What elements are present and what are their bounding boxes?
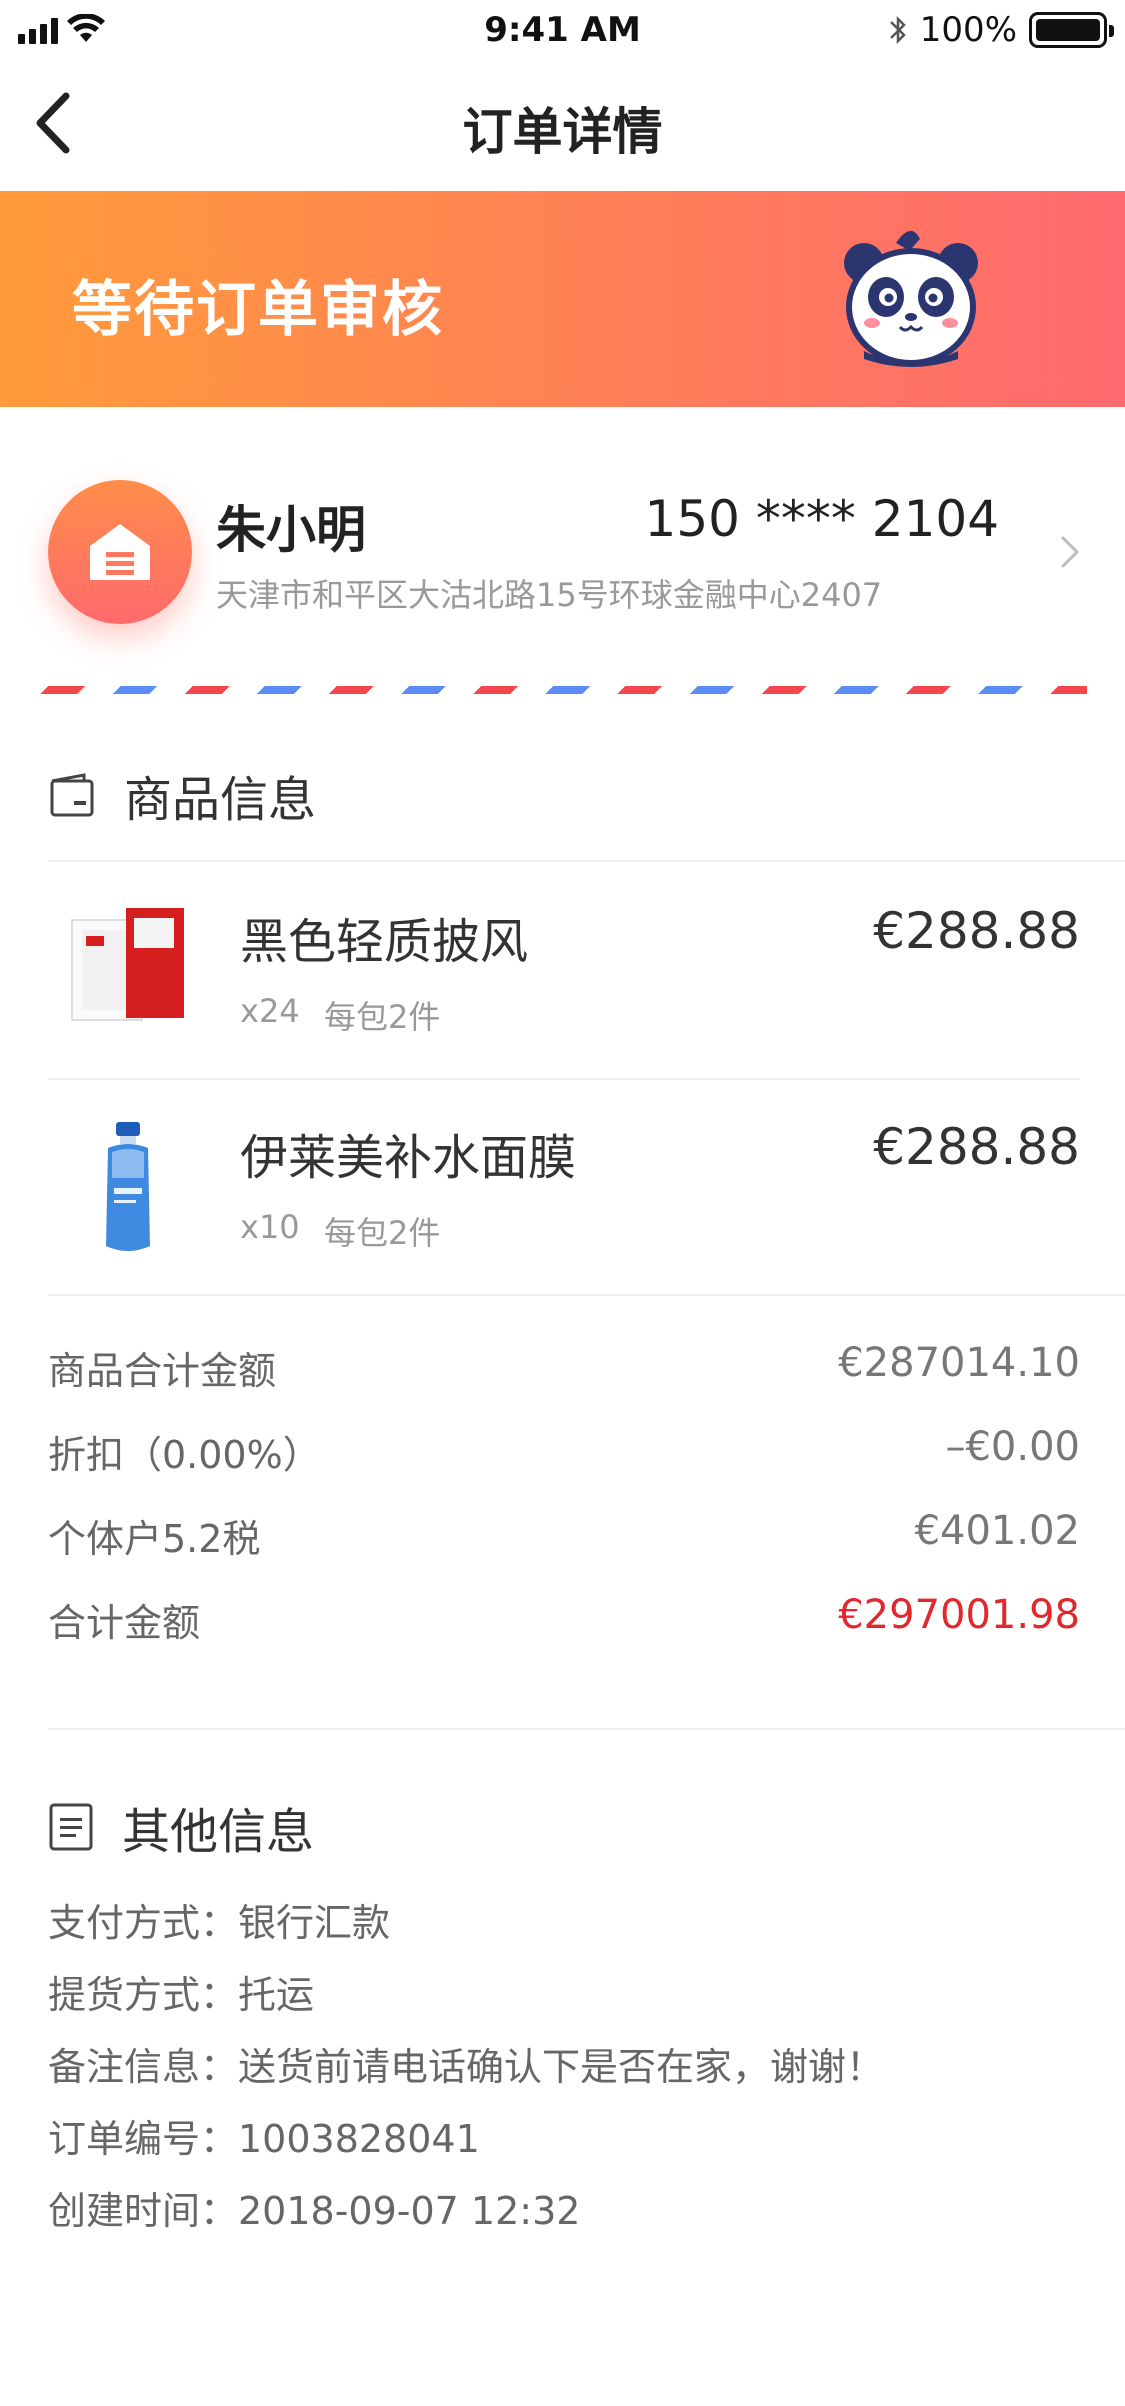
- subtotal-row: 商品合计金额 €287014.10: [48, 1340, 1080, 1400]
- panda-mascot-icon: [844, 230, 978, 367]
- total-row: 合计金额 €297001.98: [48, 1592, 1080, 1652]
- address-card[interactable]: 朱小明 150 **** 2104 天津市和平区大沽北路15号环球金融中心240…: [0, 440, 1125, 660]
- page-title: 订单详情: [462, 103, 663, 161]
- nav-bar: 订单详情: [0, 60, 1125, 190]
- product-price: €288.88: [873, 1118, 1080, 1176]
- wallet-icon: [50, 773, 94, 817]
- goods-section-title: 商品信息: [124, 772, 317, 828]
- battery-percent: 100%: [919, 10, 1017, 50]
- tax-row: 个体户5.2税 €401.02: [48, 1508, 1080, 1568]
- product-image: [106, 1122, 150, 1251]
- recipient-phone: 150 **** 2104: [644, 490, 999, 548]
- product-quantity: x10: [240, 1208, 300, 1246]
- product-name: 黑色轻质披风: [240, 914, 529, 970]
- product-item[interactable]: 黑色轻质披风 €288.88 x24 每包2件: [48, 862, 1080, 1076]
- home-icon: [48, 480, 192, 624]
- delivery-method: 提货方式：托运: [48, 1973, 315, 2017]
- battery-icon: [1029, 12, 1114, 48]
- order-number: 订单编号：1003828041: [48, 2117, 480, 2161]
- recipient-name: 朱小明: [216, 501, 366, 559]
- other-section-title: 其他信息: [122, 1804, 315, 1860]
- chevron-right-icon: [1061, 536, 1080, 568]
- product-quantity: x24: [240, 992, 300, 1030]
- home-glyph: [90, 524, 150, 580]
- discount-row: 折扣（0.00%） –€0.00: [48, 1424, 1080, 1484]
- status-banner: 等待订单审核: [0, 191, 1125, 407]
- subtotal-value: €287014.10: [838, 1340, 1080, 1386]
- product-item[interactable]: 伊莱美补水面膜 €288.88 x10 每包2件: [48, 1078, 1080, 1292]
- tax-label: 个体户5.2税: [48, 1517, 261, 1561]
- payment-method: 支付方式：银行汇款: [48, 1901, 391, 1945]
- total-value: €297001.98: [838, 1592, 1080, 1638]
- status-right: 100%: [888, 10, 1114, 50]
- product-pack: 每包2件: [324, 1214, 441, 1252]
- total-label: 合计金额: [48, 1601, 201, 1645]
- subtotal-label: 商品合计金额: [48, 1349, 277, 1393]
- bluetooth-icon: [889, 15, 906, 45]
- product-pack: 每包2件: [324, 998, 441, 1036]
- product-price: €288.88: [873, 902, 1080, 960]
- document-icon: [49, 1803, 93, 1851]
- discount-label: 折扣（0.00%）: [48, 1433, 321, 1477]
- divider: [48, 1728, 1125, 1730]
- product-image: [71, 908, 184, 1021]
- airmail-divider: [37, 686, 1087, 694]
- recipient-address: 天津市和平区大沽北路15号环球金融中心2407: [216, 576, 883, 614]
- status-bar: 9:41 AM 100%: [0, 0, 1125, 60]
- order-remark: 备注信息：送货前请电话确认下是否在家，谢谢！: [48, 2045, 885, 2089]
- goods-section-header: 商品信息: [48, 760, 316, 830]
- product-name: 伊莱美补水面膜: [240, 1130, 577, 1186]
- divider: [48, 1294, 1125, 1296]
- created-time: 创建时间：2018-09-07 12:32: [48, 2189, 581, 2233]
- order-status-title: 等待订单审核: [72, 275, 444, 345]
- other-section-header: 其他信息: [48, 1792, 314, 1862]
- discount-value: –€0.00: [945, 1424, 1080, 1470]
- tax-value: €401.02: [914, 1508, 1080, 1554]
